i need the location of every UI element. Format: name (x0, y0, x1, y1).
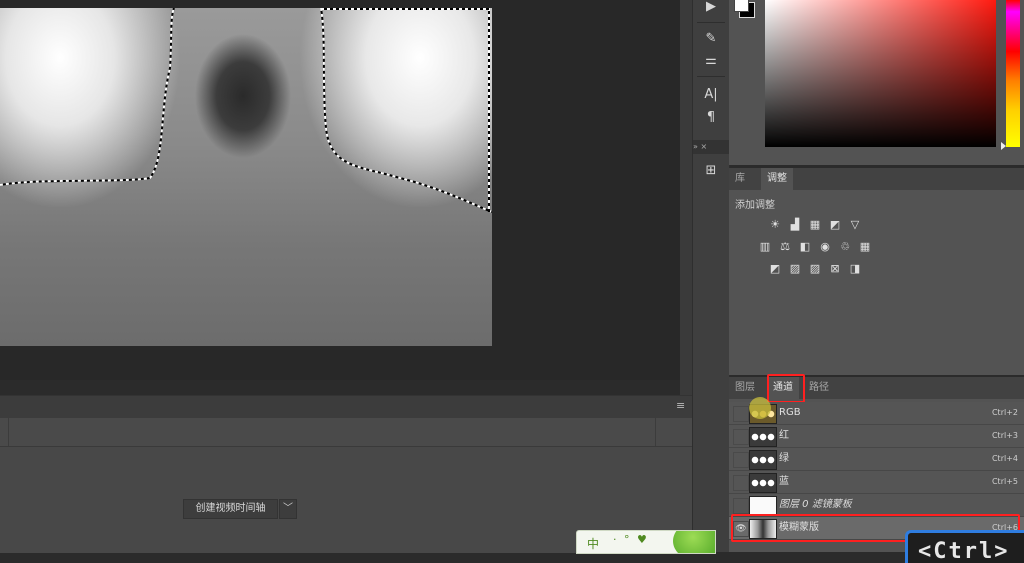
visibility-toggle[interactable] (733, 406, 749, 422)
channel-shortcut: Ctrl+4 (991, 454, 1018, 463)
ime-language-label[interactable]: 中 (587, 535, 599, 552)
chevron-down-icon[interactable]: ﹀ (279, 499, 297, 519)
channel-mixer-icon[interactable]: ♲ (837, 240, 853, 254)
curves-icon[interactable]: ▦ (807, 218, 823, 232)
foreground-color-swatch[interactable] (734, 0, 749, 12)
cursor-highlight-icon (749, 397, 771, 419)
tool-strip: ▶ ✎ ⚌ A| ¶ » × ⊞ (692, 0, 730, 552)
channel-row-green[interactable]: 绿 Ctrl+4 (729, 448, 1024, 471)
document-image[interactable] (0, 8, 492, 346)
visibility-toggle[interactable] (733, 498, 749, 514)
hue-slider[interactable] (1006, 0, 1020, 147)
black-white-icon[interactable]: ◧ (797, 240, 813, 254)
keystroke-overlay: <Ctrl> (905, 530, 1024, 563)
channel-name: 蓝 (779, 476, 789, 487)
ime-toolbar[interactable]: 中 · ° ♥ (576, 530, 716, 554)
channel-thumbnail (749, 450, 777, 470)
tab-adjustments[interactable]: 调整 (761, 168, 793, 190)
visibility-toggle[interactable] (733, 452, 749, 468)
photo-filter-icon[interactable]: ◉ (817, 240, 833, 254)
hue-slider-marker-icon[interactable] (1001, 142, 1006, 150)
selective-color-icon[interactable]: ⊠ (827, 262, 843, 276)
hue-saturation-icon[interactable]: ▥ (757, 240, 773, 254)
channel-shortcut: Ctrl+3 (991, 431, 1018, 440)
color-field[interactable] (765, 0, 996, 147)
tab-paths[interactable]: 路径 (803, 377, 835, 399)
channel-name: 图层 0 滤镜蒙板 (779, 499, 852, 510)
channel-shortcut: Ctrl+2 (991, 408, 1018, 417)
divider (697, 76, 725, 77)
sliders-icon[interactable]: ⚌ (699, 50, 723, 72)
channel-row-rgb[interactable]: RGB Ctrl+2 (729, 402, 1024, 425)
brightness-icon[interactable]: ☀ (767, 218, 783, 232)
tab-library[interactable]: 库 (729, 168, 751, 190)
play-icon[interactable]: ▶ (699, 0, 723, 18)
timeline-track (8, 418, 656, 446)
channel-thumbnail (749, 473, 777, 493)
marquee-selection (0, 8, 492, 213)
ctrl-key-label: <Ctrl> (918, 539, 1010, 563)
create-video-timeline-button[interactable]: 创建视频时间轴 (183, 499, 278, 519)
channels-panel: 图层 通道 路径 RGB Ctrl+2 红 Ctrl+3 绿 Ctrl+4 蓝 … (729, 374, 1024, 552)
timeline-header: ≡ (0, 396, 692, 419)
exposure-icon[interactable]: ◩ (827, 218, 843, 232)
channels-tab-bar: 图层 通道 路径 (729, 374, 1024, 403)
color-balance-icon[interactable]: ⚖ (777, 240, 793, 254)
channel-name: 红 (779, 430, 789, 441)
invert-icon[interactable]: ◩ (767, 262, 783, 276)
color-lookup-icon[interactable]: ▦ (857, 240, 873, 254)
vibrance-icon[interactable]: ▽ (847, 218, 863, 232)
leaf-icon (673, 531, 715, 553)
channel-thumbnail (749, 496, 777, 516)
color-panel (729, 0, 1024, 165)
posterize-icon[interactable]: ▨ (787, 262, 803, 276)
channel-name: 绿 (779, 453, 789, 464)
add-adjustment-label: 添加调整 (735, 200, 775, 211)
channel-shortcut: Ctrl+5 (991, 477, 1018, 486)
brush-icon[interactable]: ✎ (699, 28, 723, 50)
collapse-header[interactable]: » × (693, 140, 729, 154)
levels-icon[interactable]: ▟ (787, 218, 803, 232)
tab-layers[interactable]: 图层 (729, 377, 761, 399)
tab-highlight-box (767, 374, 805, 403)
divider (697, 22, 725, 23)
ime-options-icon[interactable]: · ° ♥ (613, 533, 649, 546)
panel-menu-icon[interactable]: ≡ (676, 400, 686, 411)
channel-thumbnail (749, 427, 777, 447)
adjustments-panel: 库 调整 添加调整 ☀ ▟ ▦ ◩ ▽ ▥ ⚖ ◧ ◉ ♲ ▦ ◩ ▨ ▨ ⊠ … (729, 168, 1024, 375)
visibility-toggle[interactable] (733, 429, 749, 445)
timeline-ruler (0, 418, 692, 447)
channel-name: RGB (779, 407, 801, 418)
canvas-scrollbar[interactable] (680, 0, 692, 395)
character-icon[interactable]: A| (699, 84, 723, 106)
canvas-area[interactable] (0, 0, 680, 380)
channel-row-blue[interactable]: 蓝 Ctrl+5 (729, 471, 1024, 494)
adjustments-tab-bar: 库 调整 (729, 168, 1024, 190)
paragraph-icon[interactable]: ¶ (699, 107, 723, 129)
threshold-icon[interactable]: ▨ (807, 262, 823, 276)
visibility-toggle[interactable] (733, 475, 749, 491)
gradient-map-icon[interactable]: ◨ (847, 262, 863, 276)
channel-row-red[interactable]: 红 Ctrl+3 (729, 425, 1024, 448)
panel-icon[interactable]: ⊞ (699, 160, 723, 182)
